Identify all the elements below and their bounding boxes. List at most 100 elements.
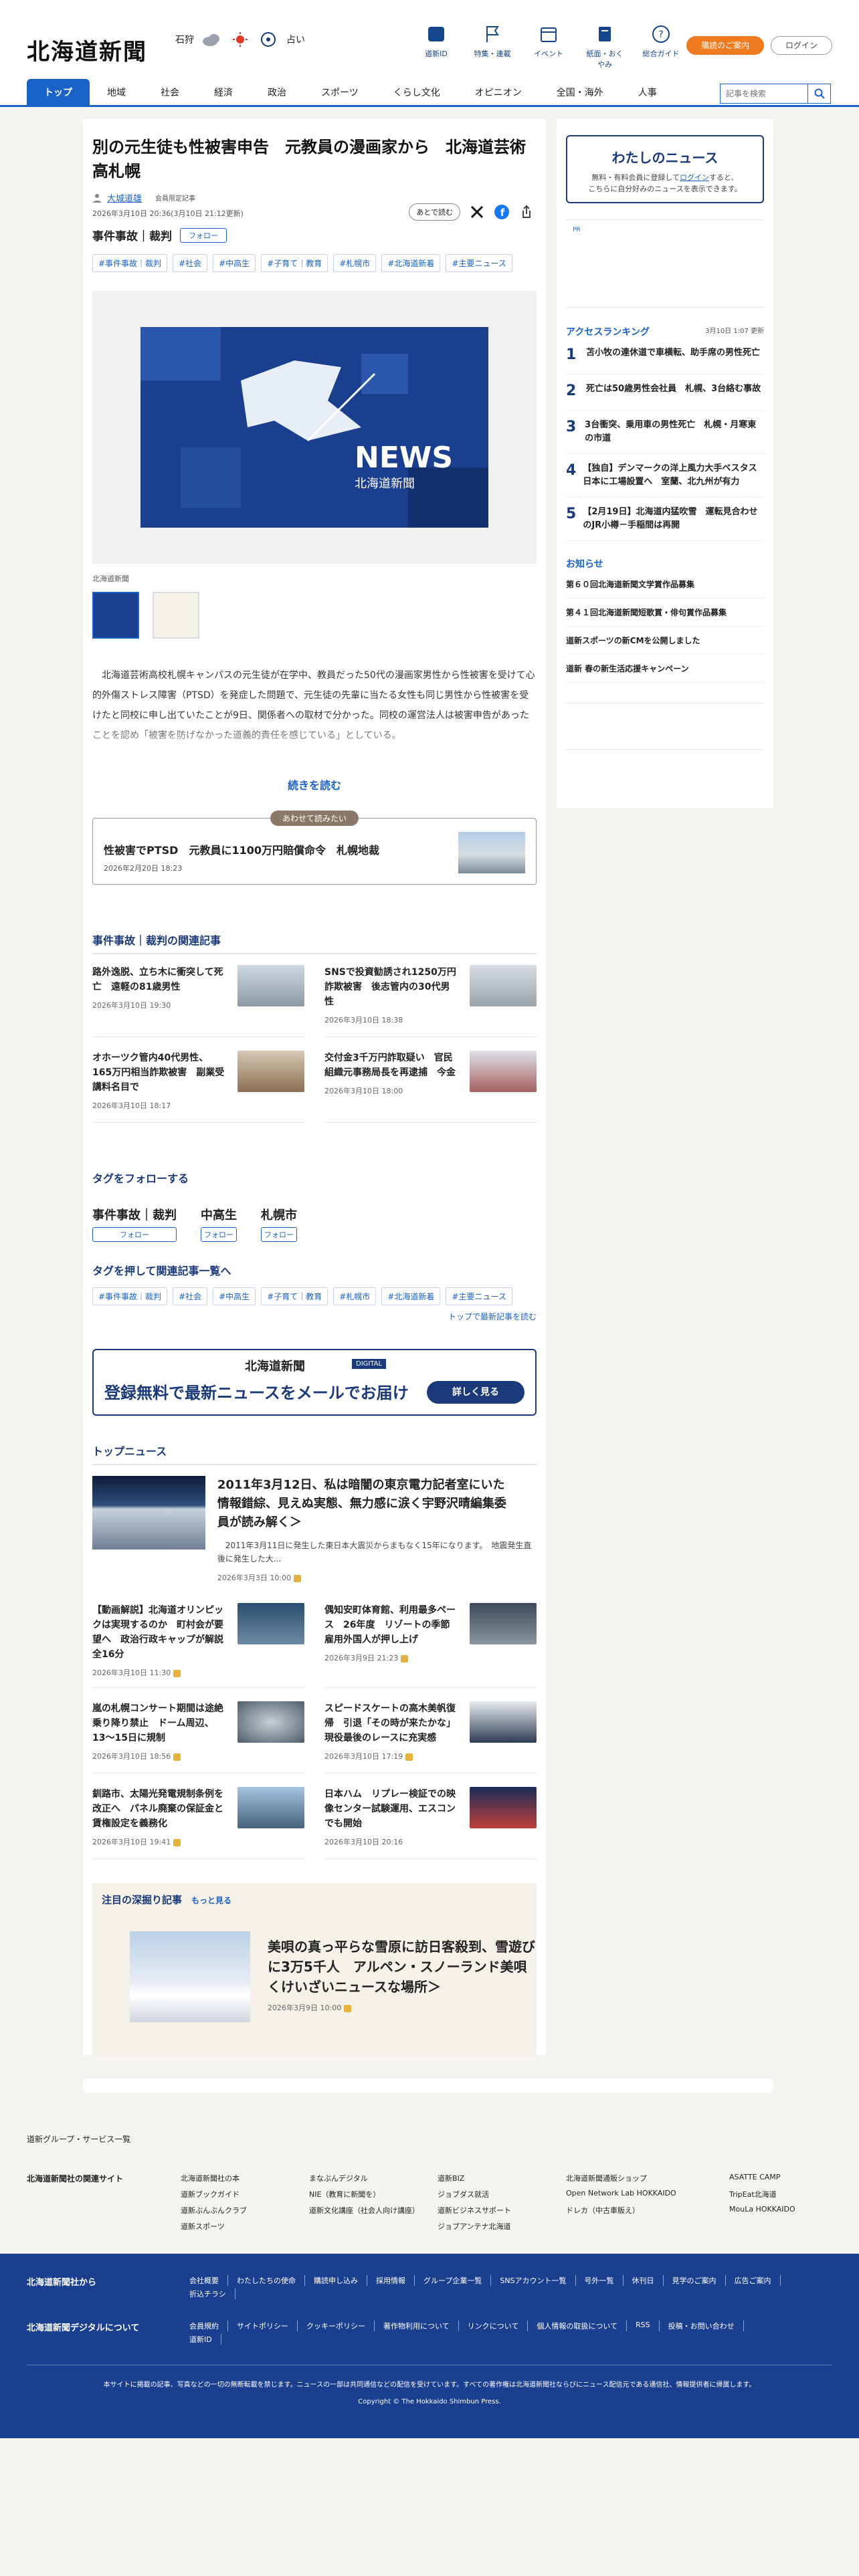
nav-id[interactable]: 道新ID: [416, 24, 456, 70]
footer-link[interactable]: 投稿・お問い合わせ: [660, 2321, 744, 2331]
ranking-item[interactable]: 3 3台衝突、乗用車の男性死亡 札幌・月寒東の市道: [566, 411, 764, 454]
photo-thumbnail[interactable]: [153, 592, 199, 639]
tag-chip[interactable]: #中高生: [213, 254, 256, 272]
fortune-link[interactable]: 占い: [286, 33, 305, 46]
top-news-lead[interactable]: 2011年3月12日、私は暗闇の東京電力記者室にいた 情報錯綜、見えぬ実態、無力…: [92, 1476, 537, 1583]
subscribe-button[interactable]: 購読のご案内: [686, 36, 764, 55]
footer-link[interactable]: 休刊日: [624, 2275, 664, 2286]
weather-widget[interactable]: 石狩 占い: [175, 32, 305, 47]
footer-link[interactable]: 個人情報の取扱について: [528, 2321, 628, 2331]
gnav-politics[interactable]: 政治: [250, 79, 304, 107]
related-article[interactable]: SNSで投資勧誘され1250万円詐欺被害 後志管内の30代男性 2026年3月10…: [324, 965, 537, 1037]
related-heading[interactable]: 事件事故｜裁判の関連記事: [92, 932, 537, 954]
top-news-item[interactable]: 偶知安町体育館、利用最多ペース 26年度 リゾートの季節雇用外国人が押し上げ 20…: [324, 1603, 537, 1688]
ranking-item[interactable]: 4 【独自】デンマークの洋上風力大手ベスタス 日本に工場設置へ 室蘭、北九州が有力: [566, 454, 766, 498]
notice-heading[interactable]: お知らせ: [566, 557, 764, 570]
footer-link[interactable]: SNSアカウント一覧: [491, 2275, 576, 2286]
ranking-item[interactable]: 5 【2月19日】北海道内猛吹雪 運転見合わせのJR小樽－手稲間は再開: [566, 498, 764, 541]
footer-link[interactable]: 号外一覧: [576, 2275, 624, 2286]
newsletter-banner[interactable]: 北海道新聞 DIGITAL 登録無料で最新ニュースをメールでお届け 詳しく見る: [92, 1349, 537, 1416]
notice-item[interactable]: 第４１回北海道新聞短歌賞・俳句賞作品募集: [566, 599, 764, 627]
footer-link[interactable]: サイトポリシー: [228, 2321, 298, 2331]
site-link[interactable]: まなぶんデジタル: [309, 2173, 438, 2183]
read-later-button[interactable]: あとで読む: [409, 203, 460, 221]
footer-link[interactable]: 道新ID: [181, 2334, 221, 2345]
top-news-item[interactable]: 嵐の札幌コンサート期間は途絶乗り降り禁止 ドーム周辺、13～15日に規制 2026…: [92, 1701, 304, 1774]
site-link[interactable]: NIE（教育に新聞を）: [309, 2189, 438, 2199]
site-logo[interactable]: 北海道新聞: [27, 33, 147, 66]
gnav-personnel[interactable]: 人事: [621, 79, 674, 107]
footer-link[interactable]: 会員規約: [181, 2321, 228, 2331]
footer-link[interactable]: RSS: [627, 2321, 660, 2331]
gnav-world[interactable]: 全国・海外: [539, 79, 621, 107]
tag-chip[interactable]: #札幌市: [333, 254, 377, 272]
my-news-login-link[interactable]: ログイン: [680, 173, 709, 182]
site-link[interactable]: ASATTE CAMP: [729, 2173, 796, 2183]
deep-dive-title[interactable]: 美唄の真っ平らな雪原に訪日客殺到、雪遊びに3万5千人 アルペン・スノーランド美唄…: [268, 1937, 535, 1997]
follow-tag-button[interactable]: フォロー: [201, 1227, 237, 1242]
share-icon[interactable]: [519, 205, 534, 219]
related-article[interactable]: オホーツク管内40代男性、165万円相当詐欺被害 副業受講料名目で 2026年3月…: [92, 1051, 304, 1123]
nav-events[interactable]: イベント: [529, 24, 569, 70]
tag-chip[interactable]: #札幌市: [333, 1287, 377, 1305]
footer-link[interactable]: クッキーポリシー: [298, 2321, 375, 2331]
sidebar-ad-bottom[interactable]: [566, 703, 764, 750]
tag-chip[interactable]: #社会: [173, 1287, 208, 1305]
site-link[interactable]: 道新スポーツ: [181, 2221, 309, 2232]
article-photo[interactable]: NEWS 北海道新聞: [92, 291, 537, 564]
footer-link[interactable]: 折込チラシ: [181, 2288, 235, 2299]
x-share-icon[interactable]: [470, 205, 484, 219]
tag-chip[interactable]: #事件事故｜裁判: [92, 254, 168, 272]
tag-chip[interactable]: #中高生: [213, 1287, 256, 1305]
site-link[interactable]: 道新ビジネスサポート: [438, 2205, 566, 2216]
tag-chip[interactable]: #主要ニュース: [446, 1287, 512, 1305]
footer-link[interactable]: 広告ご案内: [726, 2275, 781, 2286]
site-link[interactable]: Open Network Lab HOKKAIDO: [566, 2189, 729, 2199]
notice-item[interactable]: 道新 春の新生活応援キャンペーン: [566, 655, 764, 683]
photo-thumbnail[interactable]: [92, 592, 139, 639]
footer-link[interactable]: 購読申し込み: [305, 2275, 367, 2286]
ranking-heading-text[interactable]: アクセスランキング: [566, 325, 650, 338]
site-link[interactable]: 北海道新聞社の本: [181, 2173, 309, 2183]
group-services-link[interactable]: 道新グループ・サービス一覧: [27, 2133, 832, 2145]
gnav-opinion[interactable]: オピニオン: [458, 79, 539, 107]
site-link[interactable]: TripEat北海道: [729, 2189, 796, 2199]
gnav-culture[interactable]: くらし文化: [376, 79, 458, 107]
tag-chip[interactable]: #社会: [173, 254, 208, 272]
tag-chip[interactable]: #子育て｜教育: [261, 1287, 328, 1305]
gnav-sports[interactable]: スポーツ: [304, 79, 376, 107]
gnav-economy[interactable]: 経済: [197, 79, 250, 107]
footer-link[interactable]: グループ企業一覧: [415, 2275, 492, 2286]
related-article[interactable]: 交付金3千万円詐取疑い 官民組織元事務局長を再逮捕 今金 2026年3月10日 1…: [324, 1051, 537, 1123]
follow-tag-name[interactable]: 札幌市: [261, 1206, 297, 1223]
site-link[interactable]: ジョブダス就活: [438, 2189, 566, 2199]
related-article[interactable]: 路外逸脱、立ち木に衝突して死亡 遠軽の81歳男性 2026年3月10日 19:30: [92, 965, 304, 1037]
site-link[interactable]: 道新ぶんぶんクラブ: [181, 2205, 309, 2216]
follow-tag-button[interactable]: フォロー: [261, 1227, 297, 1242]
banner-button[interactable]: 詳しく見る: [427, 1381, 524, 1404]
top-news-item[interactable]: 【動画解説】北海道オリンピックは実現するのか 町村会が要望へ 政治行政キャップが…: [92, 1603, 304, 1688]
tag-chip[interactable]: #子育て｜教育: [261, 254, 328, 272]
nav-paper[interactable]: 紙面・おくやみ: [585, 24, 625, 70]
tag-chip[interactable]: #北海道新着: [381, 1287, 441, 1305]
footer-link[interactable]: リンクについて: [459, 2321, 529, 2331]
notice-item[interactable]: 道新スポーツの新CMを公開しました: [566, 627, 764, 655]
gnav-top[interactable]: トップ: [27, 79, 90, 107]
top-news-item[interactable]: スピードスケートの高木美帆復帰 引退「その時が来たかな」現役最後のレースに充実感…: [324, 1701, 537, 1774]
top-news-item[interactable]: 日本ハム リプレー検証での映像センター試験運用、エスコンでも開始 2026年3月1…: [324, 1787, 537, 1859]
footer-link[interactable]: 著作物利用について: [375, 2321, 459, 2331]
search-button[interactable]: [807, 84, 830, 103]
tag-chip[interactable]: #事件事故｜裁判: [92, 1287, 168, 1305]
gnav-society[interactable]: 社会: [143, 79, 197, 107]
gnav-region[interactable]: 地域: [90, 79, 143, 107]
search-input[interactable]: [721, 84, 807, 103]
tag-chip[interactable]: #主要ニュース: [446, 254, 512, 272]
login-button[interactable]: ログイン: [771, 36, 832, 55]
site-link[interactable]: ジョブアンテナ北海道: [438, 2221, 566, 2232]
category-label[interactable]: 事件事故｜裁判: [92, 227, 172, 243]
follow-tag-name[interactable]: 中高生: [201, 1206, 237, 1223]
sidebar-ad[interactable]: PR: [566, 219, 764, 308]
follow-tag-button[interactable]: フォロー: [92, 1227, 177, 1242]
follow-tag-name[interactable]: 事件事故｜裁判: [92, 1206, 177, 1223]
site-link[interactable]: 道新BIZ: [438, 2173, 566, 2183]
